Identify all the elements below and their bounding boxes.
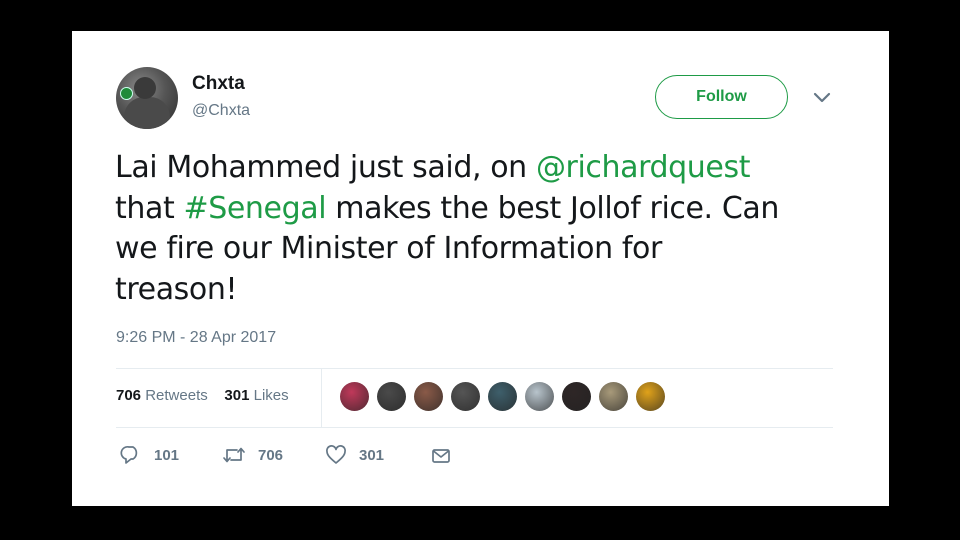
divider (116, 368, 833, 369)
liker-avatar[interactable] (377, 382, 406, 411)
divider (321, 369, 322, 427)
author-avatar[interactable] (116, 67, 178, 129)
direct-message-button[interactable] (430, 445, 452, 465)
tweet-card: Chxta @Chxta Follow Lai Mohammed just sa… (72, 31, 889, 506)
likes-stat[interactable]: 301 Likes (224, 387, 288, 404)
liker-avatar[interactable] (562, 382, 591, 411)
author-handle[interactable]: @Chxta (192, 102, 250, 120)
author-name[interactable]: Chxta (192, 73, 245, 95)
liker-avatar[interactable] (488, 382, 517, 411)
reply-count: 101 (154, 446, 180, 464)
like-count: 301 (359, 446, 385, 464)
divider (116, 427, 833, 428)
liker-avatar[interactable] (414, 382, 443, 411)
reply-button[interactable]: 101 (120, 445, 179, 465)
heart-icon (325, 445, 347, 465)
retweet-icon (222, 445, 246, 465)
hashtag-link[interactable]: #Senegal (183, 191, 326, 226)
liker-avatar[interactable] (340, 382, 369, 411)
tweet-text: Lai Mohammed just said, on @richardquest… (115, 150, 779, 307)
tweet-timestamp[interactable]: 9:26 PM - 28 Apr 2017 (116, 329, 276, 347)
retweet-button[interactable]: 706 (222, 445, 283, 465)
follow-button[interactable]: Follow (655, 75, 788, 119)
retweets-stat[interactable]: 706 Retweets (116, 387, 208, 404)
reply-icon (120, 445, 142, 465)
liker-avatar[interactable] (451, 382, 480, 411)
liker-avatar[interactable] (525, 382, 554, 411)
liker-avatar[interactable] (636, 382, 665, 411)
retweet-count: 706 (258, 446, 284, 464)
mention-link[interactable]: @richardquest (536, 150, 751, 185)
message-icon (430, 445, 452, 465)
chevron-down-icon[interactable] (812, 90, 832, 106)
like-button[interactable]: 301 (325, 445, 384, 465)
liker-avatar[interactable] (599, 382, 628, 411)
tweet-stats: 706 Retweets 301 Likes (116, 387, 289, 404)
